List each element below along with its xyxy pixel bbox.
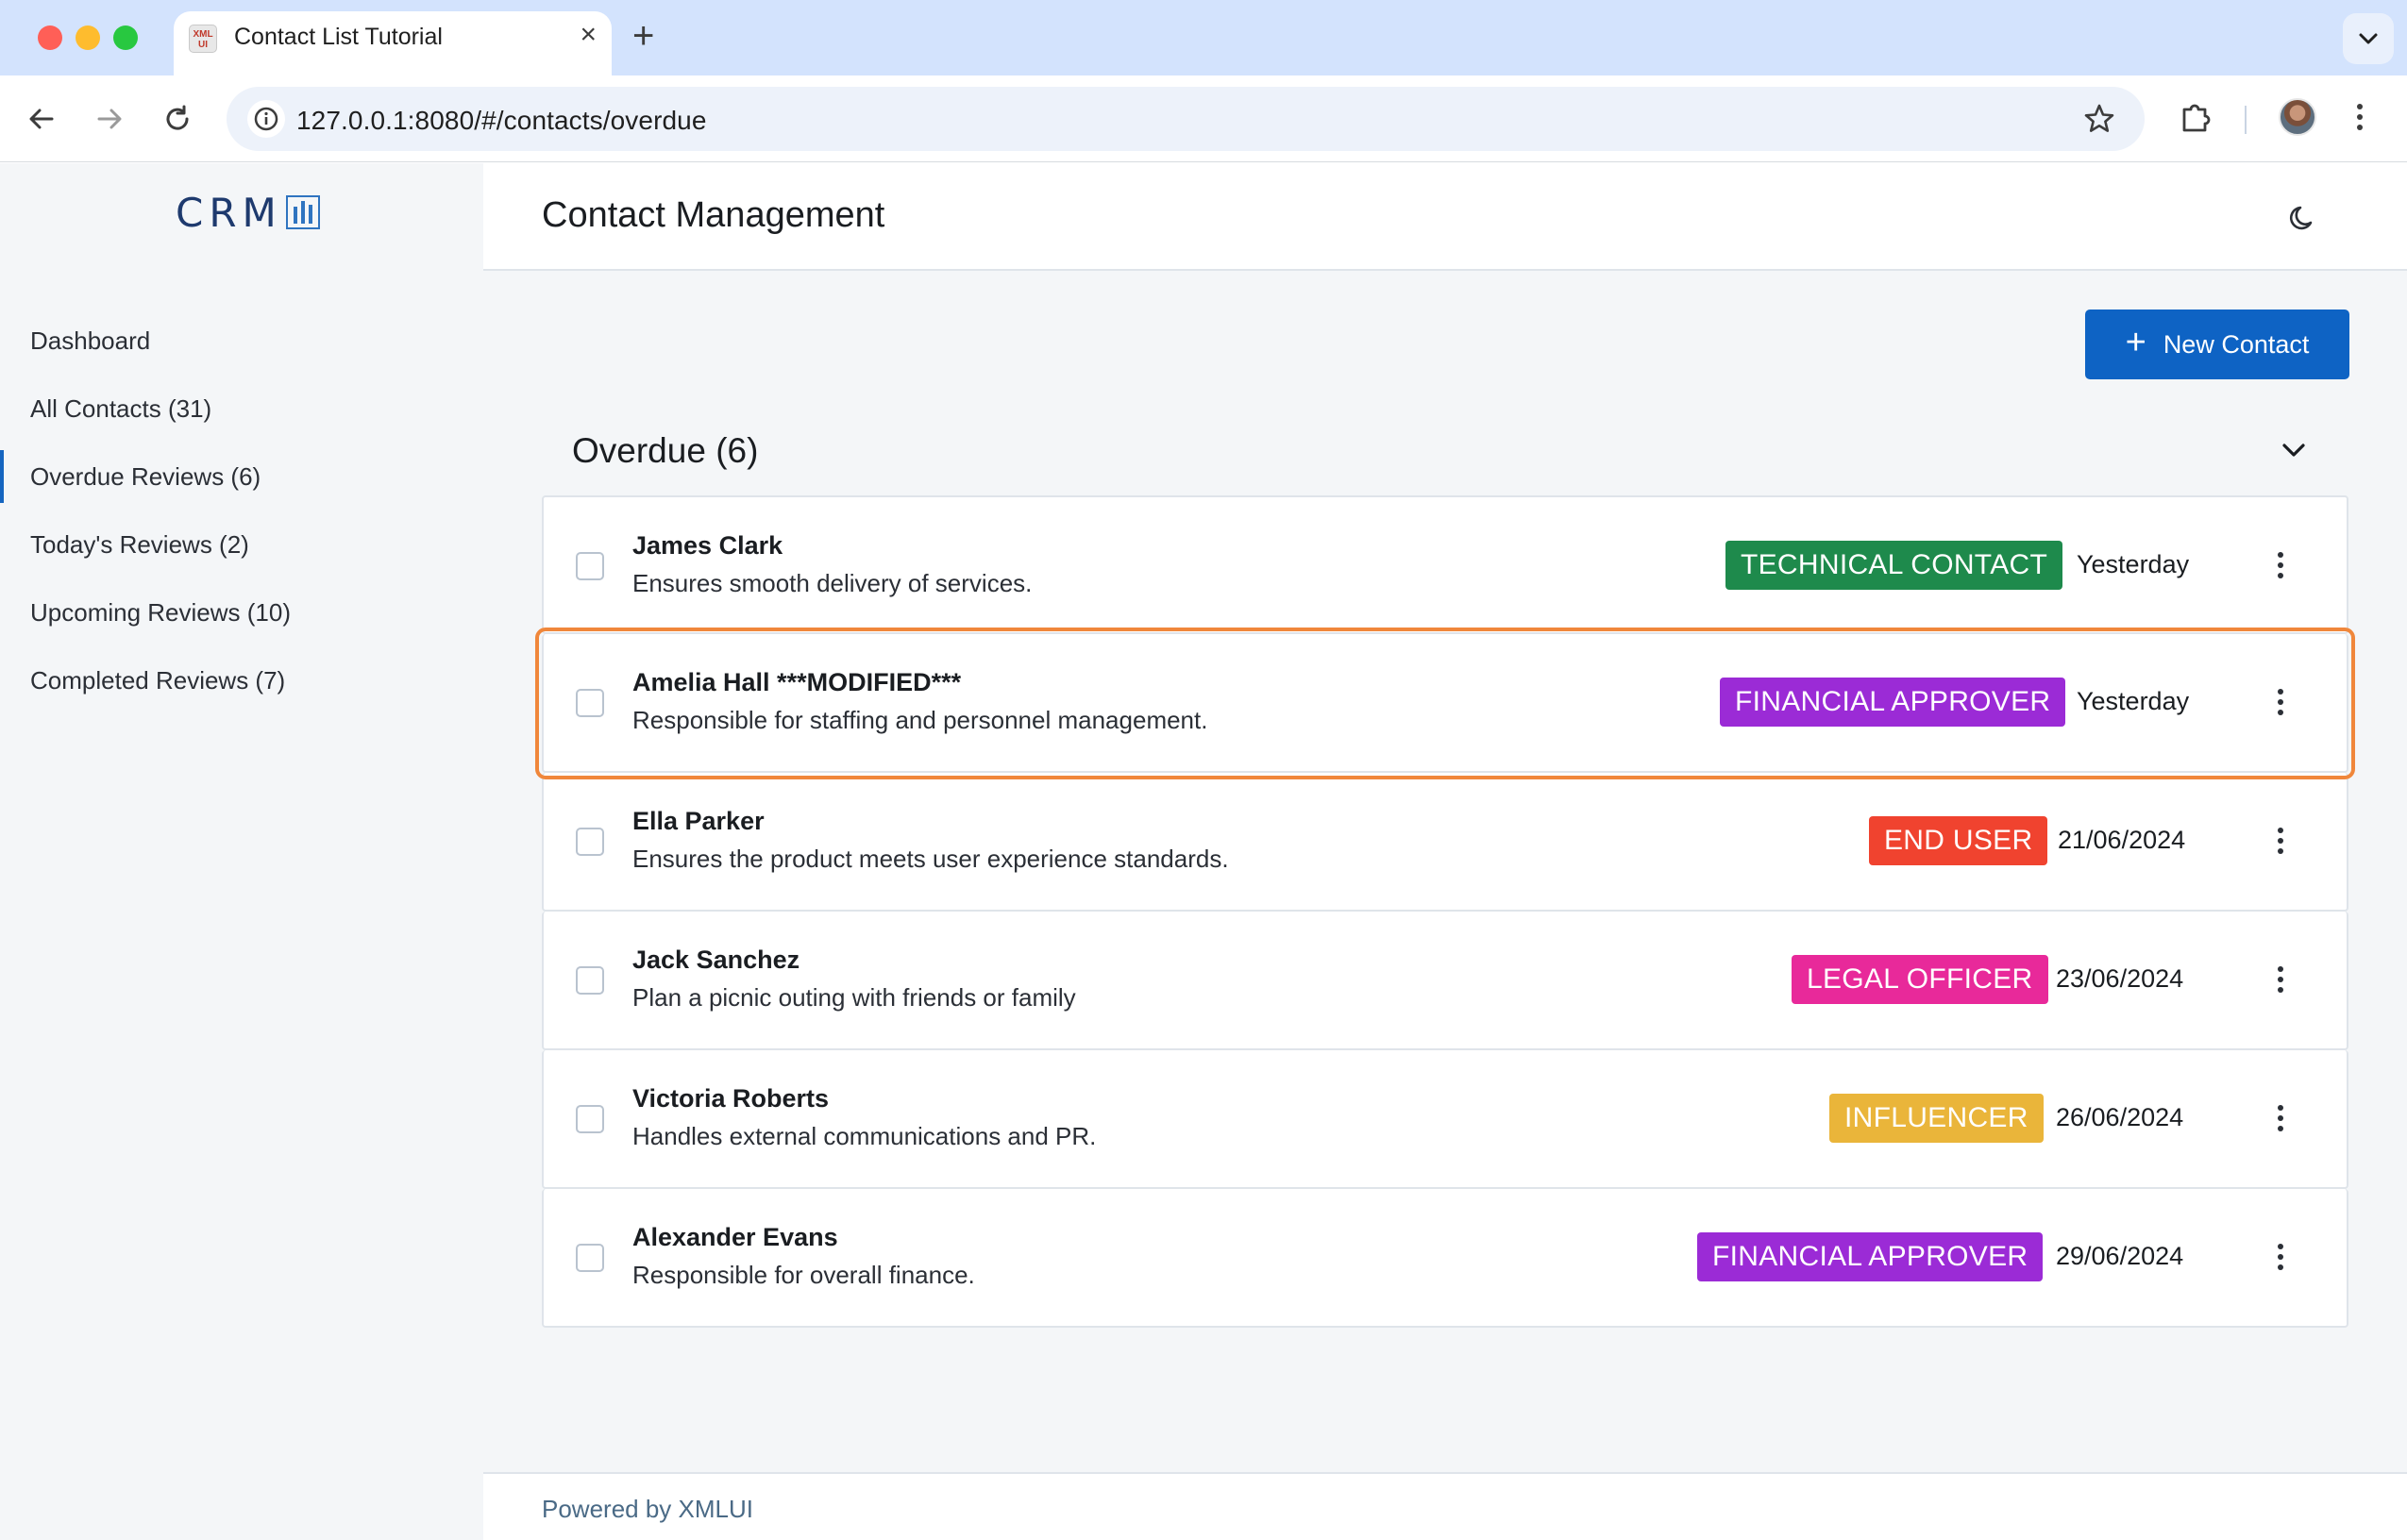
- minimize-window-button[interactable]: [76, 25, 100, 50]
- row-checkbox[interactable]: [576, 1244, 604, 1272]
- review-date: 29/06/2024: [2056, 1242, 2184, 1270]
- tab-title: Contact List Tutorial: [234, 24, 443, 50]
- review-date: Yesterday: [2077, 687, 2190, 715]
- address-bar[interactable]: 127.0.0.1:8080/#/contacts/overdue: [227, 87, 2145, 151]
- contact-name: Victoria Roberts: [632, 1084, 830, 1113]
- logo-text: CRM: [176, 189, 282, 236]
- favicon-icon: XML UI: [189, 25, 217, 53]
- browser-tabstrip: XML UI Contact List Tutorial × +: [0, 0, 2407, 75]
- review-date: 21/06/2024: [2058, 826, 2186, 854]
- browser-menu-button[interactable]: [2347, 98, 2373, 141]
- tab-search-button[interactable]: [2343, 13, 2394, 64]
- new-contact-label: New Contact: [2163, 329, 2310, 359]
- row-checkbox[interactable]: [576, 966, 604, 995]
- maximize-window-button[interactable]: [113, 25, 138, 50]
- tab-close-icon[interactable]: ×: [580, 21, 597, 49]
- review-date: 23/06/2024: [2056, 964, 2184, 993]
- review-date: Yesterday: [2077, 550, 2190, 578]
- more-vertical-icon[interactable]: [2262, 1236, 2299, 1278]
- contact-list: James Clark Ensures smooth delivery of s…: [535, 495, 2355, 1328]
- chevron-down-icon: [2359, 33, 2378, 44]
- more-vertical-icon[interactable]: [2262, 544, 2299, 586]
- star-icon: [2084, 104, 2114, 132]
- more-vertical-icon[interactable]: [2262, 959, 2299, 1000]
- row-checkbox[interactable]: [576, 1105, 604, 1133]
- row-checkbox[interactable]: [576, 552, 604, 580]
- browser-toolbar: 127.0.0.1:8080/#/contacts/overdue: [0, 75, 2407, 162]
- reload-icon: [166, 105, 189, 130]
- contact-description: Plan a picnic outing with friends or fam…: [632, 983, 1076, 1012]
- sidebar-item-completed-reviews[interactable]: Completed Reviews (7): [0, 646, 483, 714]
- role-badge: END USER: [1869, 816, 2048, 865]
- more-vertical-icon[interactable]: [2262, 820, 2299, 862]
- contact-row[interactable]: Jack Sanchez Plan a picnic outing with f…: [542, 912, 2348, 1050]
- contact-name: Jack Sanchez: [632, 946, 800, 974]
- profile-avatar[interactable]: [2279, 98, 2316, 136]
- moon-icon: [2289, 206, 2313, 230]
- more-vertical-icon: [2357, 104, 2363, 130]
- toolbar-divider: [2245, 106, 2247, 134]
- forward-button[interactable]: [89, 98, 130, 140]
- footer-text: Powered by XMLUI: [542, 1495, 753, 1523]
- more-vertical-icon[interactable]: [2262, 1097, 2299, 1139]
- contact-description: Handles external communications and PR.: [632, 1122, 1097, 1150]
- review-date: 26/06/2024: [2056, 1103, 2184, 1131]
- contact-description: Ensures the product meets user experienc…: [632, 845, 1229, 873]
- browser-tab-active[interactable]: XML UI Contact List Tutorial ×: [174, 11, 612, 75]
- app-header: Contact Management: [483, 163, 2407, 271]
- back-button[interactable]: [21, 98, 62, 140]
- bookmark-star-icon[interactable]: [2080, 100, 2118, 138]
- role-badge: INFLUENCER: [1829, 1094, 2044, 1143]
- contact-row[interactable]: Amelia Hall ***MODIFIED*** Responsible f…: [535, 628, 2355, 779]
- arrow-right-icon: [97, 109, 122, 129]
- contact-name: Alexander Evans: [632, 1223, 838, 1251]
- contact-row[interactable]: Alexander Evans Responsible for overall …: [542, 1189, 2348, 1328]
- more-vertical-icon[interactable]: [2262, 681, 2299, 723]
- role-badge: FINANCIAL APPROVER: [1697, 1232, 2044, 1281]
- contact-name: Ella Parker: [632, 807, 765, 835]
- sidebar-nav: Dashboard All Contacts (31) Overdue Revi…: [0, 307, 483, 714]
- plus-icon: +: [2125, 323, 2146, 362]
- sidebar-item-upcoming-reviews[interactable]: Upcoming Reviews (10): [0, 578, 483, 646]
- puzzle-icon: [2182, 104, 2211, 132]
- row-checkbox[interactable]: [576, 828, 604, 856]
- contact-description: Ensures smooth delivery of services.: [632, 569, 1033, 597]
- contact-row[interactable]: Victoria Roberts Handles external commun…: [542, 1050, 2348, 1189]
- extensions-button[interactable]: [2177, 98, 2214, 141]
- sidebar: CRM Dashboard All Contacts (31) Overdue …: [0, 163, 483, 1540]
- collapse-section-button[interactable]: [2273, 429, 2314, 471]
- page-title: Contact Management: [542, 195, 885, 235]
- contact-name: Amelia Hall ***MODIFIED***: [632, 668, 962, 696]
- new-tab-icon[interactable]: +: [632, 17, 654, 55]
- reload-button[interactable]: [157, 98, 198, 140]
- role-badge: TECHNICAL CONTACT: [1725, 541, 2063, 590]
- contact-name: James Clark: [632, 531, 783, 560]
- crm-logo[interactable]: CRM: [176, 189, 320, 236]
- arrow-left-icon: [29, 109, 54, 129]
- app-footer: Powered by XMLUI: [483, 1472, 2407, 1540]
- role-badge: LEGAL OFFICER: [1792, 955, 2048, 1004]
- bar-chart-logo-icon: [285, 195, 320, 229]
- role-badge: FINANCIAL APPROVER: [1720, 678, 2066, 727]
- site-info-icon[interactable]: [247, 100, 285, 138]
- contact-row[interactable]: Ella Parker Ensures the product meets us…: [542, 773, 2348, 912]
- section-title: Overdue (6): [572, 431, 759, 470]
- sidebar-item-dashboard[interactable]: Dashboard: [0, 307, 483, 375]
- new-contact-button[interactable]: + New Contact: [2085, 310, 2349, 379]
- chevron-down-icon: [2282, 444, 2305, 457]
- sidebar-item-overdue-reviews[interactable]: Overdue Reviews (6): [0, 443, 483, 511]
- contact-row[interactable]: James Clark Ensures smooth delivery of s…: [542, 495, 2348, 634]
- sidebar-item-all-contacts[interactable]: All Contacts (31): [0, 375, 483, 443]
- contact-description: Responsible for staffing and personnel m…: [632, 706, 1208, 734]
- theme-toggle-button[interactable]: [2282, 197, 2324, 239]
- main-content: Contact Management + New Contact Overdue…: [483, 163, 2407, 1540]
- sidebar-item-todays-reviews[interactable]: Today's Reviews (2): [0, 511, 483, 578]
- close-window-button[interactable]: [38, 25, 62, 50]
- info-icon: [254, 107, 278, 131]
- contact-description: Responsible for overall finance.: [632, 1261, 975, 1289]
- row-checkbox[interactable]: [576, 689, 604, 717]
- url-text: 127.0.0.1:8080/#/contacts/overdue: [296, 106, 707, 135]
